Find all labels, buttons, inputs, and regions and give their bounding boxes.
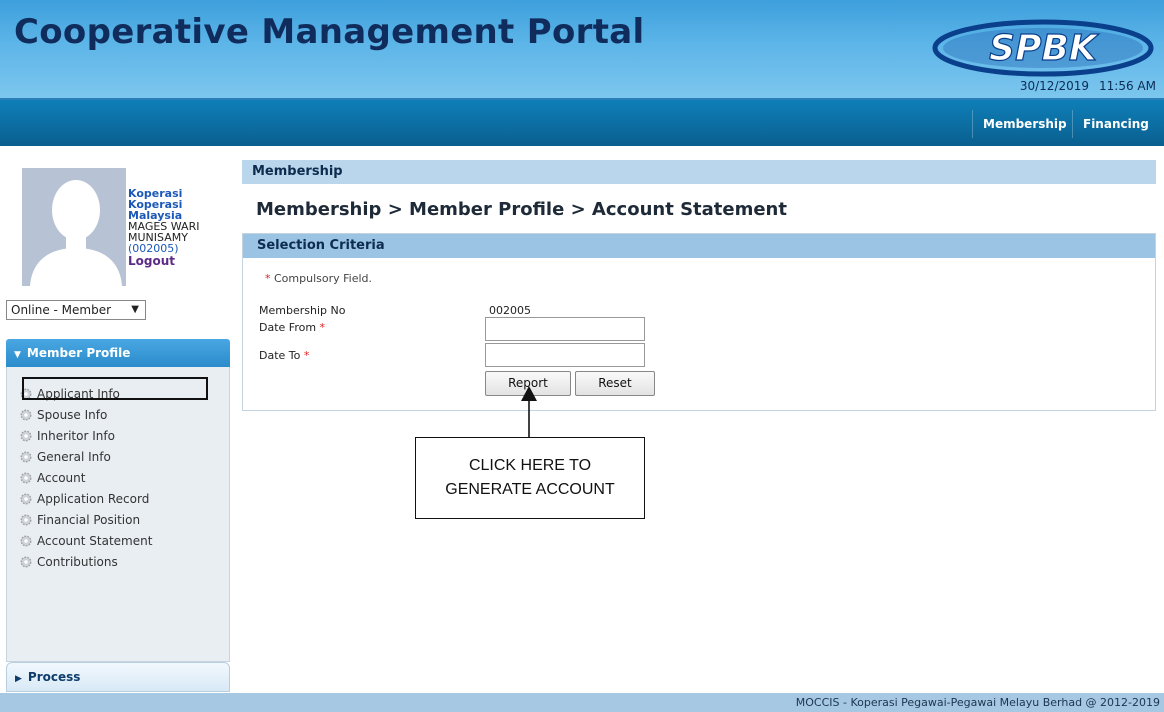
current-date: 30/12/2019 — [1019, 79, 1090, 93]
nav-financing[interactable]: Financing — [1072, 110, 1159, 138]
breadcrumb: Membership > Member Profile > Account St… — [256, 199, 787, 220]
current-time: 11:56 AM — [1099, 79, 1156, 93]
role-select[interactable]: Online - Member ▼ — [6, 300, 146, 320]
menu-item-financial-position[interactable]: Financial Position — [19, 510, 140, 530]
menu-item-account-statement[interactable]: Account Statement — [19, 531, 152, 551]
dropdown-arrow-icon: ▼ — [131, 304, 139, 315]
datetime: 30/12/2019 11:56 AM — [1020, 79, 1156, 93]
spbk-logo: SPBK — [932, 19, 1154, 77]
top-nav: Membership Financing — [0, 100, 1164, 146]
date-from-label-text: Date From — [259, 321, 317, 334]
membership-no-label: Membership No — [259, 304, 346, 317]
menu-item-label: Financial Position — [37, 513, 141, 527]
app-header: Cooperative Management Portal SPBK 30/12… — [0, 0, 1164, 100]
callout-line2: GENERATE ACCOUNT — [445, 481, 615, 498]
gear-icon — [20, 388, 32, 400]
section-title-bar: Membership — [242, 160, 1156, 184]
portal-title: Cooperative Management Portal — [14, 12, 645, 52]
date-to-label-text: Date To — [259, 349, 301, 362]
menu-item-label: Application Record — [37, 492, 150, 506]
compulsory-note-text: Compulsory Field. — [274, 272, 373, 285]
menu-item-applicant-info[interactable]: Applicant Info — [19, 384, 120, 404]
menu-item-account[interactable]: Account — [19, 468, 85, 488]
arrow-up-icon — [521, 386, 537, 439]
chevron-right-icon: ▶ — [15, 674, 22, 684]
member-profile-menu: Applicant Info Spouse Info Inheritor Inf… — [6, 367, 230, 662]
user-member-id: (002005) — [128, 242, 179, 255]
menu-item-general-info[interactable]: General Info — [19, 447, 111, 467]
avatar — [22, 168, 126, 286]
required-asterisk: * — [265, 272, 271, 285]
role-select-value: Online - Member — [11, 303, 112, 317]
required-asterisk: * — [319, 321, 326, 334]
footer: MOCCIS - Koperasi Pegawai-Pegawai Melayu… — [0, 693, 1164, 712]
menu-item-label: Spouse Info — [37, 408, 108, 422]
date-from-input[interactable] — [485, 317, 645, 341]
membership-no-value: 002005 — [489, 304, 531, 317]
logo-text: SPBK — [989, 28, 1100, 69]
avatar-silhouette-icon — [22, 168, 126, 286]
date-from-label: Date From * — [259, 321, 325, 334]
menu-item-label: Account — [37, 471, 86, 485]
date-to-input[interactable] — [485, 343, 645, 367]
menu-item-contributions[interactable]: Contributions — [19, 552, 118, 572]
menu-item-label: Applicant Info — [37, 387, 120, 401]
logout-link[interactable]: Logout — [128, 255, 175, 267]
menu-item-label: General Info — [37, 450, 111, 464]
selection-criteria-header: Selection Criteria — [243, 234, 1155, 258]
required-asterisk: * — [303, 349, 310, 362]
menu-item-spouse-info[interactable]: Spouse Info — [19, 405, 107, 425]
gear-icon — [20, 472, 32, 484]
callout-line1: CLICK HERE TO — [468, 457, 592, 474]
member-profile-section-label: Member Profile — [26, 346, 131, 360]
gear-icon — [20, 451, 32, 463]
menu-item-label: Inheritor Info — [37, 429, 115, 443]
compulsory-note: * Compulsory Field. — [265, 272, 372, 285]
gear-icon — [20, 556, 32, 568]
gear-icon — [20, 430, 32, 442]
menu-item-inheritor-info[interactable]: Inheritor Info — [19, 426, 115, 446]
instruction-callout: CLICK HERE TO GENERATE ACCOUNT — [415, 437, 645, 519]
nav-membership[interactable]: Membership — [972, 110, 1077, 138]
process-section-header[interactable]: ▶ Process — [6, 662, 230, 692]
menu-item-application-record[interactable]: Application Record — [19, 489, 149, 509]
gear-icon — [20, 409, 32, 421]
gear-icon — [20, 535, 32, 547]
date-to-label: Date To * — [259, 349, 309, 362]
gear-icon — [20, 493, 32, 505]
menu-item-label: Account Statement — [37, 534, 153, 548]
reset-button[interactable]: Reset — [575, 371, 655, 396]
gear-icon — [20, 514, 32, 526]
chevron-down-icon: ▼ — [14, 350, 21, 360]
member-profile-section-header[interactable]: ▼ Member Profile — [6, 339, 230, 367]
menu-item-label: Contributions — [37, 555, 118, 569]
process-section-label: Process — [27, 670, 81, 684]
user-info: Koperasi Koperasi Malaysia MAGES WARI MU… — [128, 188, 228, 267]
selection-criteria-panel: Selection Criteria * Compulsory Field. M… — [242, 233, 1156, 411]
sidebar: Koperasi Koperasi Malaysia MAGES WARI MU… — [6, 152, 230, 692]
